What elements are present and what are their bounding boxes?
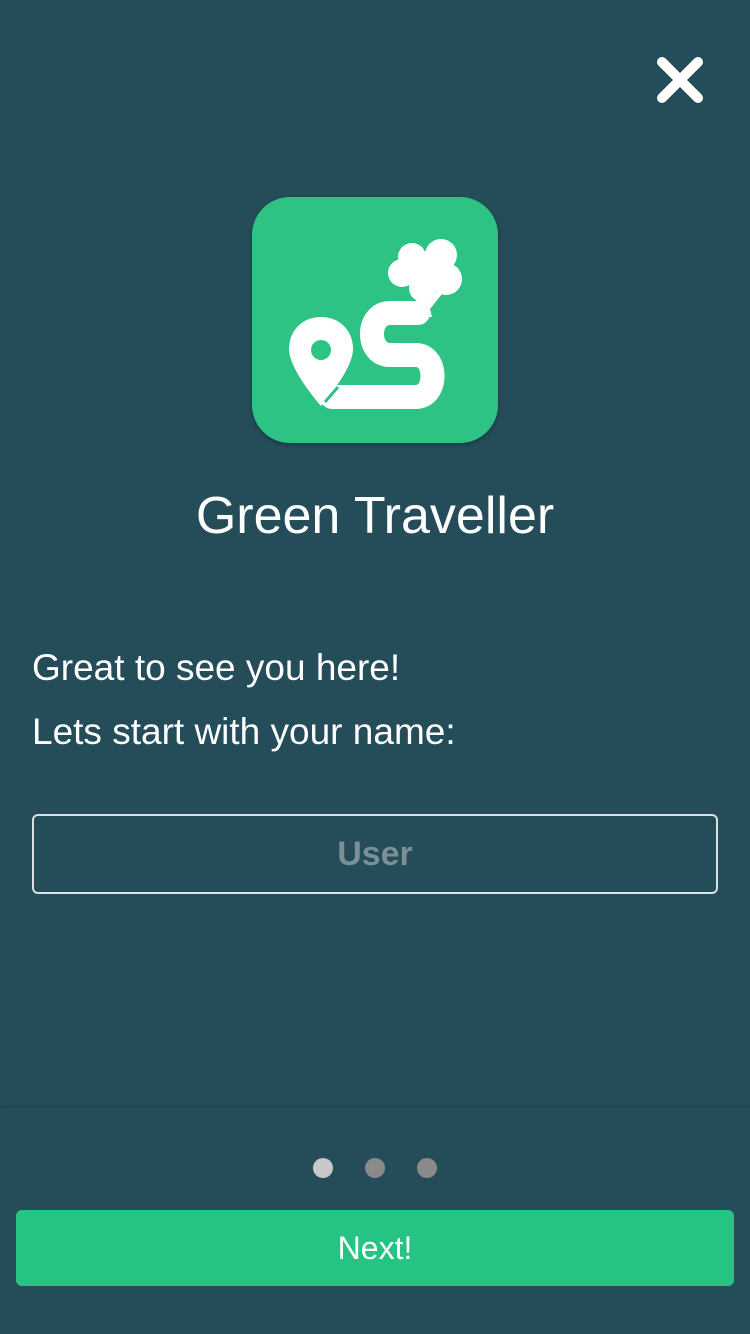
pagination-dot-3[interactable] [417, 1158, 437, 1178]
close-icon [657, 57, 703, 103]
pagination-dot-1[interactable] [313, 1158, 333, 1178]
pagination-dots [0, 1158, 750, 1178]
green-traveller-logo-icon [289, 239, 462, 409]
name-prompt-text: Lets start with your name: [32, 711, 456, 752]
app-logo [252, 197, 498, 443]
name-input[interactable] [32, 814, 718, 894]
close-button[interactable] [650, 52, 710, 108]
pagination-dot-2[interactable] [365, 1158, 385, 1178]
greeting-text: Great to see you here! [32, 647, 401, 688]
next-button[interactable]: Next! [16, 1210, 734, 1286]
app-title: Green Traveller [195, 487, 555, 545]
